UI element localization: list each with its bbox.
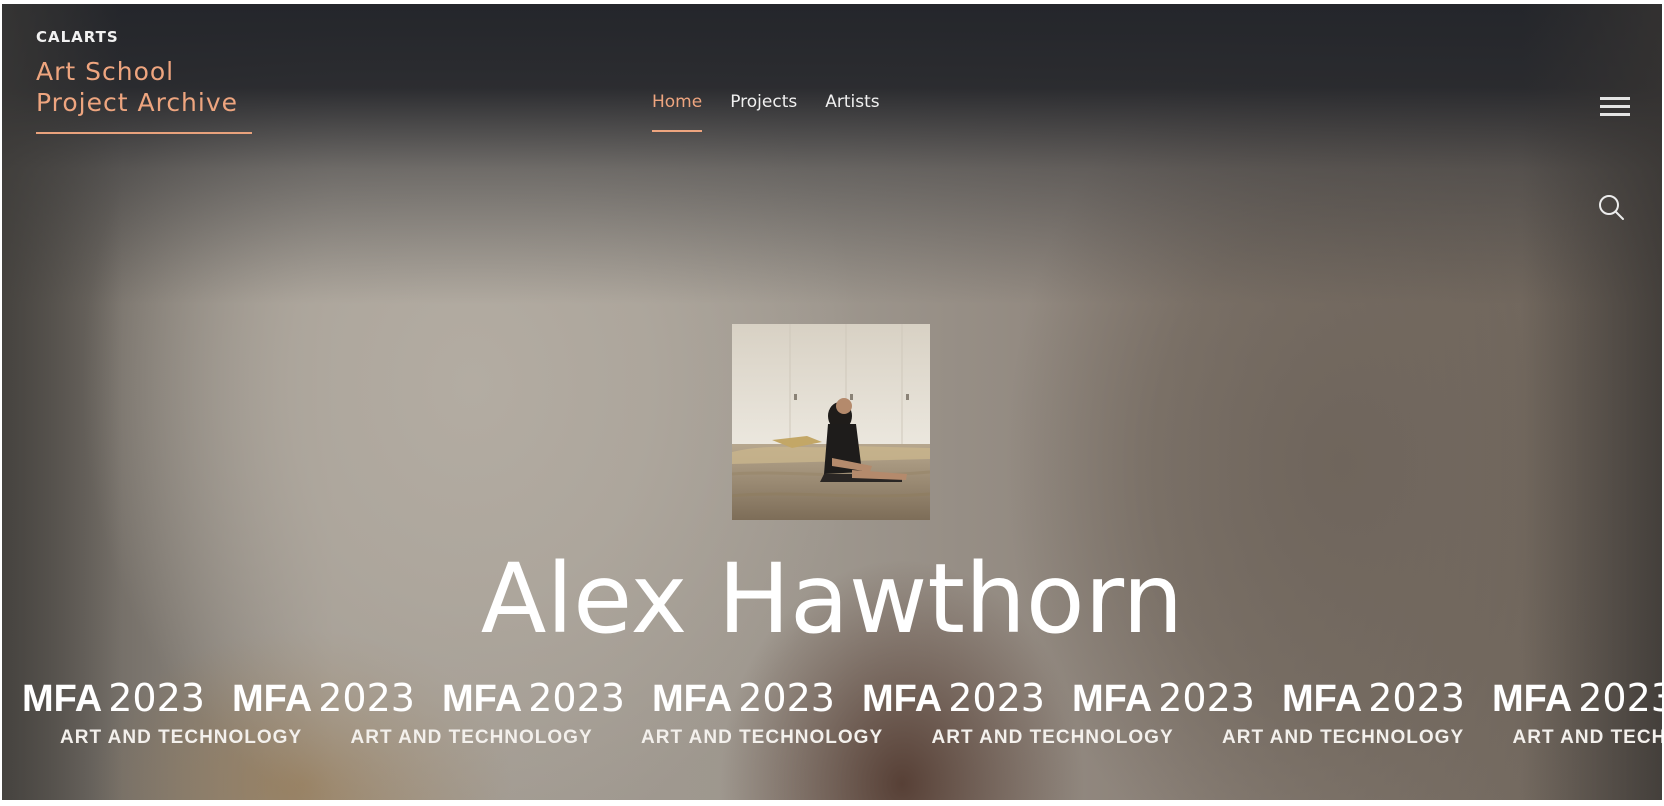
site-title-line-1: Art School [36, 57, 175, 86]
site-brand[interactable]: CALARTS Art School Project Archive [36, 28, 252, 134]
main-nav: Home Projects Artists [652, 92, 880, 132]
ticker-degree: MFA [1072, 678, 1153, 720]
ticker-year: 2023 [1158, 676, 1255, 720]
ticker-degree-year: MFA2023 [862, 676, 1045, 721]
ticker-year: 2023 [318, 676, 415, 720]
ticker-degree: MFA [442, 678, 523, 720]
ticker-year: 2023 [1578, 676, 1662, 720]
nav-item-artists[interactable]: Artists [825, 92, 879, 132]
artist-name-heading: Alex Hawthorn [480, 543, 1184, 655]
page-frame: CALARTS Art School Project Archive Home … [2, 4, 1662, 800]
ticker-degree-year: MFA2023 [1282, 676, 1465, 721]
artist-photo [732, 324, 930, 520]
site-title[interactable]: Art School Project Archive [36, 56, 252, 118]
ticker-year: 2023 [1368, 676, 1465, 720]
ticker-program: ART AND TECHNOLOGY [60, 727, 303, 748]
ticker-degree: MFA [652, 678, 733, 720]
ticker-program: ART AND TECHNOLOGY [350, 727, 593, 748]
program-ticker: ART AND TECHNOLOGY ART AND TECHNOLOGY AR… [60, 727, 1662, 749]
menu-bar [1600, 97, 1630, 100]
hamburger-menu-icon[interactable] [1600, 97, 1630, 117]
artist-portrait [732, 324, 930, 520]
search-icon[interactable] [1598, 194, 1626, 222]
ticker-degree-year: MFA2023 [1492, 676, 1662, 721]
ticker-year: 2023 [108, 676, 205, 720]
ticker-degree: MFA [22, 678, 103, 720]
site-title-line-2: Project Archive [36, 88, 239, 117]
menu-bar [1600, 105, 1630, 108]
ticker-year: 2023 [738, 676, 835, 720]
ticker-program: ART AND TECHNOLOGY [641, 727, 884, 748]
ticker-degree-year: MFA2023 [1072, 676, 1255, 721]
org-label: CALARTS [36, 28, 119, 46]
nav-item-projects[interactable]: Projects [730, 92, 797, 132]
ticker-degree: MFA [232, 678, 313, 720]
ticker-degree-year: MFA2023 [232, 676, 415, 721]
ticker-program: ART AND TECHNOLOGY [1222, 727, 1465, 748]
ticker-year: 2023 [528, 676, 625, 720]
ticker-program: ART AND TECHNOLOGY [1512, 727, 1663, 748]
ticker-degree-year: MFA2023 [652, 676, 835, 721]
ticker-degree-year: MFA2023 [442, 676, 625, 721]
ticker-degree: MFA [1282, 678, 1363, 720]
menu-bar [1600, 113, 1630, 116]
ticker-degree: MFA [862, 678, 943, 720]
nav-item-home[interactable]: Home [652, 92, 703, 132]
ticker-degree-year: MFA2023 [22, 676, 205, 721]
ticker-degree: MFA [1492, 678, 1573, 720]
ticker-year: 2023 [948, 676, 1045, 720]
ticker-program: ART AND TECHNOLOGY [931, 727, 1174, 748]
search-icon-glyph [1599, 195, 1624, 220]
